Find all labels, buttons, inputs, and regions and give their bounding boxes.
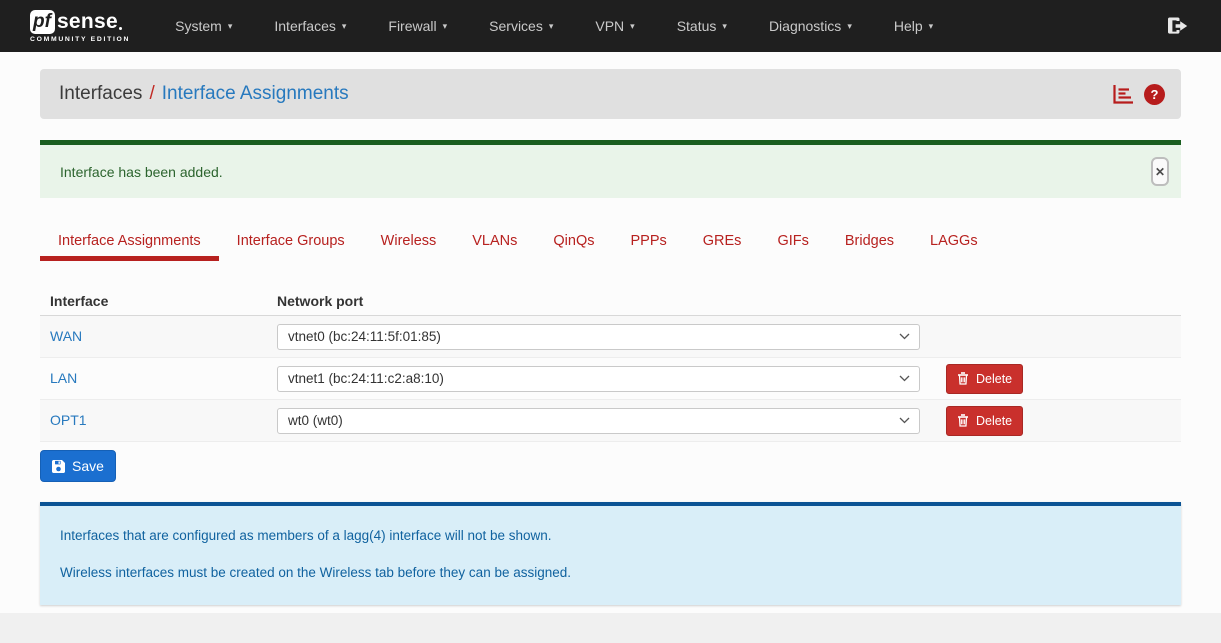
network-port-cell: wt0 (wt0) xyxy=(277,407,933,434)
tab-interface-groups[interactable]: Interface Groups xyxy=(219,224,363,261)
nav-item-label: Status xyxy=(676,18,717,34)
nav-item-label: Diagnostics xyxy=(768,18,842,34)
page-title: Interfaces / Interface Assignments xyxy=(59,83,349,105)
close-icon[interactable]: ✕ xyxy=(1151,157,1169,186)
help-icon[interactable]: ? xyxy=(1144,83,1165,105)
top-navbar: pf sense COMMUNITY EDITION System ▾ Interf… xyxy=(0,0,1221,52)
interface-cell: OPT1 xyxy=(40,412,277,430)
column-header-interface: Interface xyxy=(50,292,109,309)
network-port-selected-value: wt0 (wt0) xyxy=(288,413,343,428)
nav-item-diagnostics[interactable]: Diagnostics ▾ xyxy=(748,0,873,52)
actions-cell: Delete xyxy=(933,363,1181,394)
navbar-right xyxy=(1167,16,1189,36)
nav-item-label: Services xyxy=(489,18,543,34)
table-row: LAN vtnet1 (bc:24:11:c2:a8:10) Delete xyxy=(40,358,1181,400)
nav-item-vpn[interactable]: VPN ▾ xyxy=(574,0,655,52)
chevron-down-icon xyxy=(899,417,910,424)
column-header-network-port: Network port xyxy=(277,292,364,309)
nav-item-label: System xyxy=(175,18,222,34)
main-menu: System ▾ Interfaces ▾ Firewall ▾ Services ▾ VPN ▾… xyxy=(154,0,954,52)
page-body: Interfaces / Interface Assignments ? Inter… xyxy=(0,69,1221,605)
nav-item-label: VPN xyxy=(595,18,625,34)
header-icons: ? xyxy=(1112,83,1165,105)
chevron-down-icon: ▾ xyxy=(227,21,233,31)
table-row: OPT1 wt0 (wt0) Delete xyxy=(40,400,1181,442)
tab-vlans[interactable]: VLANs xyxy=(454,224,535,261)
interface-cell: WAN xyxy=(40,328,277,346)
table-row: WAN vtnet0 (bc:24:11:5f:01:85) xyxy=(40,316,1181,358)
table-rows: WAN vtnet0 (bc:24:11:5f:01:85) LAN vtnet1 (… xyxy=(40,316,1181,442)
logout-icon[interactable] xyxy=(1167,16,1189,36)
breadcrumb: Interfaces / Interface Assignments ? xyxy=(40,69,1181,119)
note-wireless: Wireless interfaces must be created on t… xyxy=(60,565,572,580)
main-content-area: pf sense COMMUNITY EDITION System ▾ Interf… xyxy=(0,0,1221,613)
interface-link-lan[interactable]: LAN xyxy=(50,370,77,386)
chevron-down-icon xyxy=(899,375,910,382)
pfsense-logo-text: sense xyxy=(56,9,118,33)
interface-cell: LAN xyxy=(40,370,277,388)
tab-bridges[interactable]: Bridges xyxy=(827,224,912,261)
chevron-down-icon: ▾ xyxy=(442,21,448,31)
network-port-cell: vtnet1 (bc:24:11:c2:a8:10) xyxy=(277,365,933,392)
pf-logo-mark: pf xyxy=(30,9,55,34)
save-button-label: Save xyxy=(72,458,104,474)
info-note-box: Interfaces that are configured as member… xyxy=(40,502,1181,605)
network-port-select-lan[interactable]: vtnet1 (bc:24:11:c2:a8:10) xyxy=(277,365,920,392)
interface-tabs: Interface Assignments Interface Groups Wir… xyxy=(40,224,1181,261)
chevron-down-icon: ▾ xyxy=(548,21,554,31)
nav-item-label: Help xyxy=(893,18,923,34)
breadcrumb-section[interactable]: Interfaces xyxy=(59,83,142,104)
chevron-down-icon: ▾ xyxy=(341,21,347,31)
trash-icon xyxy=(958,414,968,427)
pfsense-logo-wordmark: pf sense xyxy=(30,9,130,34)
table-header-row: Interface Network port xyxy=(40,286,1181,316)
interface-link-opt1[interactable]: OPT1 xyxy=(50,412,87,428)
community-edition-label: COMMUNITY EDITION xyxy=(30,35,131,43)
interface-assignments-table: Interface Network port WAN vtnet0 (bc:24:… xyxy=(40,286,1181,442)
chevron-down-icon: ▾ xyxy=(630,21,635,31)
delete-button-opt1[interactable]: Delete xyxy=(946,405,1024,436)
tab-laggs[interactable]: LAGGs xyxy=(912,224,996,261)
pfsense-logo[interactable]: pf sense COMMUNITY EDITION xyxy=(30,9,131,43)
tab-interface-assignments[interactable]: Interface Assignments xyxy=(40,224,219,261)
delete-button-label: Delete xyxy=(976,413,1013,428)
save-icon xyxy=(52,459,65,473)
network-port-selected-value: vtnet0 (bc:24:11:5f:01:85) xyxy=(288,329,441,344)
trash-icon xyxy=(958,372,968,385)
actions-cell: Delete xyxy=(933,405,1181,436)
interface-link-wan[interactable]: WAN xyxy=(50,328,82,344)
delete-button-label: Delete xyxy=(976,371,1013,386)
nav-item-label: Interfaces xyxy=(274,18,336,34)
alert-message: Interface has been added. xyxy=(60,163,223,180)
nav-item-firewall[interactable]: Firewall ▾ xyxy=(367,0,468,52)
save-button[interactable]: Save xyxy=(40,450,116,482)
tab-gres[interactable]: GREs xyxy=(685,224,760,261)
nav-item-label: Firewall xyxy=(388,18,437,34)
tab-wireless[interactable]: Wireless xyxy=(363,224,455,261)
note-lagg: Interfaces that are configured as member… xyxy=(60,528,552,543)
breadcrumb-separator: / xyxy=(149,83,155,104)
tab-ppps[interactable]: PPPs xyxy=(613,224,685,261)
status-log-icon[interactable] xyxy=(1112,84,1135,104)
breadcrumb-page: Interface Assignments xyxy=(161,83,349,104)
nav-item-services[interactable]: Services ▾ xyxy=(468,0,574,52)
delete-button-lan[interactable]: Delete xyxy=(946,363,1024,394)
tab-qinqs[interactable]: QinQs xyxy=(535,224,612,261)
nav-item-system[interactable]: System ▾ xyxy=(154,0,253,52)
success-alert: Interface has been added. ✕ xyxy=(40,140,1181,198)
network-port-selected-value: vtnet1 (bc:24:11:c2:a8:10) xyxy=(288,371,444,386)
nav-item-status[interactable]: Status ▾ xyxy=(656,0,748,52)
logo-registered-dot xyxy=(118,26,122,30)
network-port-select-opt1[interactable]: wt0 (wt0) xyxy=(277,407,920,434)
tab-gifs[interactable]: GIFs xyxy=(759,224,826,261)
chevron-down-icon: ▾ xyxy=(928,21,934,31)
network-port-cell: vtnet0 (bc:24:11:5f:01:85) xyxy=(277,323,933,350)
network-port-select-wan[interactable]: vtnet0 (bc:24:11:5f:01:85) xyxy=(277,323,920,350)
chevron-down-icon xyxy=(899,333,910,340)
nav-item-interfaces[interactable]: Interfaces ▾ xyxy=(253,0,367,52)
chevron-down-icon: ▾ xyxy=(722,21,727,31)
nav-item-help[interactable]: Help ▾ xyxy=(873,0,954,52)
chevron-down-icon: ▾ xyxy=(847,21,852,31)
